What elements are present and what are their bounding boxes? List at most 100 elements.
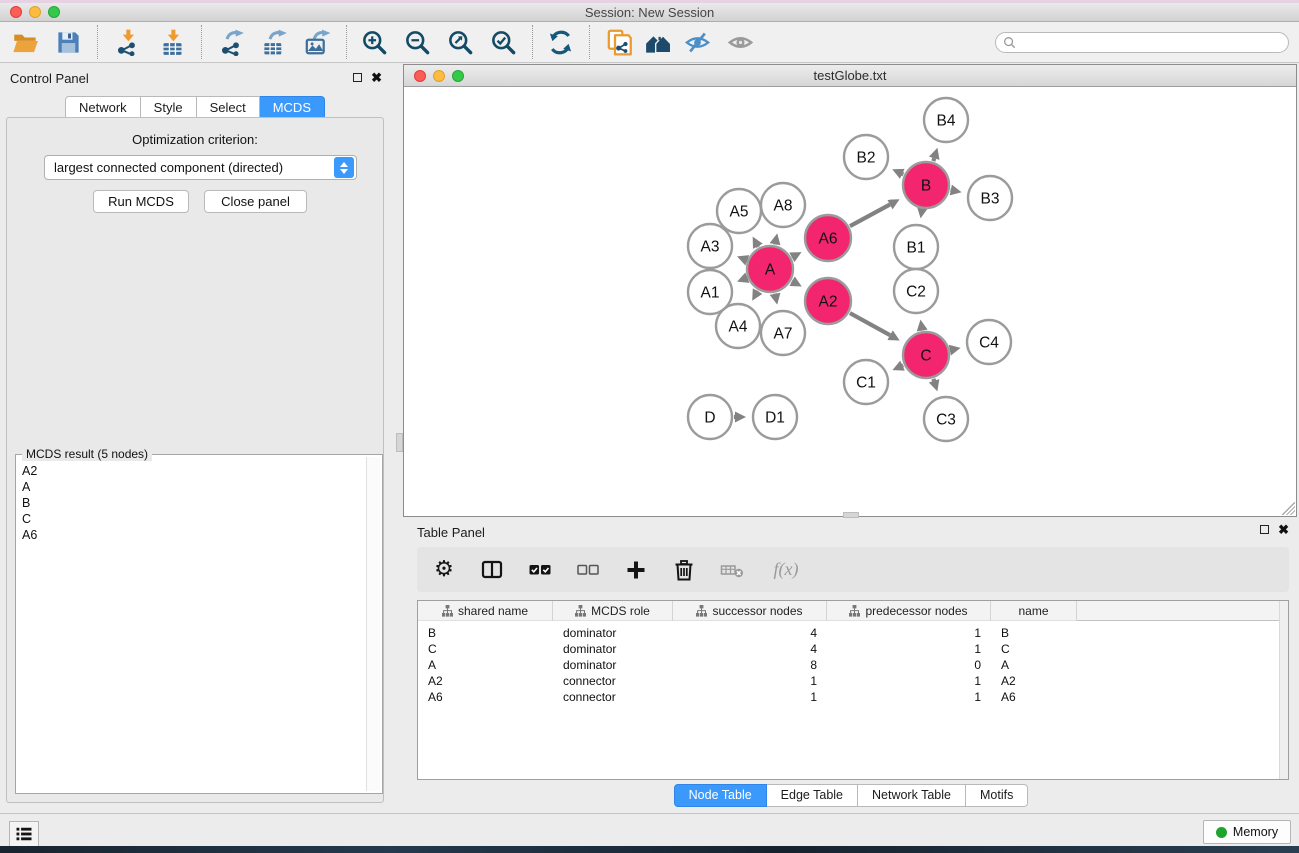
floppy-disk-icon [55, 29, 82, 56]
table-row[interactable]: A2connector11A2 [418, 673, 1288, 689]
zoom-window-button[interactable] [48, 6, 60, 18]
show-all-columns-button[interactable] [527, 557, 553, 583]
close-panel-button[interactable]: Close panel [204, 190, 307, 213]
search-field[interactable] [995, 32, 1289, 53]
save-session-button[interactable] [54, 28, 82, 56]
export-table-button[interactable] [260, 28, 288, 56]
export-table-icon [261, 29, 288, 56]
table-row[interactable]: Bdominator41B [418, 625, 1288, 641]
graph-edge-A6-B[interactable] [850, 205, 890, 227]
graph-node-label: A1 [701, 285, 720, 302]
copy-network-button[interactable] [605, 28, 633, 56]
tab-motifs[interactable]: Motifs [966, 784, 1028, 807]
graph-edge-A2-C[interactable] [850, 313, 890, 335]
zoom-network-window-button[interactable] [452, 70, 464, 82]
table-cell: 0 [827, 658, 991, 672]
apply-function-button[interactable]: f(x) [767, 557, 805, 583]
table-cell: 1 [673, 690, 827, 704]
result-item[interactable]: A2 [19, 463, 364, 479]
zoom-in-button[interactable] [360, 28, 388, 56]
column-header-label: name [1018, 604, 1048, 618]
table-cell: 1 [827, 626, 991, 640]
table-toolbar: ⚙ f(x) [417, 547, 1289, 592]
split-columns-button[interactable] [479, 557, 505, 583]
zoom-fit-button[interactable] [446, 28, 474, 56]
network-canvas-svg: B4B2BB3A5A8A6A3B1AA1C2A2A4A7C4CC1DD1C3 [404, 87, 1296, 516]
create-column-button[interactable] [623, 557, 649, 583]
table-row[interactable]: Adominator80A [418, 657, 1288, 673]
search-input[interactable] [1016, 36, 1288, 50]
tab-node-table[interactable]: Node Table [674, 784, 767, 807]
minimize-network-window-button[interactable] [433, 70, 445, 82]
column-header-name[interactable]: name [991, 601, 1077, 621]
node-table[interactable]: shared nameMCDS rolesuccessor nodesprede… [417, 600, 1289, 780]
resize-grip-icon[interactable] [1282, 502, 1295, 515]
column-header-shared-name[interactable]: shared name [418, 601, 553, 621]
criterion-value: largest connected component (directed) [45, 160, 334, 175]
splitter-handle-horizontal[interactable] [843, 512, 859, 518]
graph-node-label: C2 [906, 284, 926, 301]
result-item[interactable]: A6 [19, 527, 364, 543]
table-row[interactable]: A6connector11A6 [418, 689, 1288, 705]
splitter-handle-vertical[interactable] [396, 433, 403, 452]
graph-edge-B-B4[interactable] [933, 158, 934, 161]
eye-slash-icon [684, 29, 711, 56]
network-window-titlebar[interactable]: testGlobe.txt [404, 65, 1296, 87]
delete-column-button[interactable] [671, 557, 697, 583]
run-mcds-button[interactable]: Run MCDS [93, 190, 189, 213]
network-canvas[interactable]: B4B2BB3A5A8A6A3B1AA1C2A2A4A7C4CC1DD1C3 [404, 87, 1296, 516]
result-item[interactable]: A [19, 479, 364, 495]
toolbar-separator [97, 25, 98, 59]
graph-edge-C-C3[interactable] [933, 379, 934, 381]
memory-button[interactable]: Memory [1203, 820, 1291, 844]
close-window-button[interactable] [10, 6, 22, 18]
search-icon [1003, 36, 1016, 49]
result-item[interactable]: B [19, 495, 364, 511]
table-cell: C [418, 642, 553, 656]
import-table-button[interactable] [158, 28, 186, 56]
table-scrollbar[interactable] [1279, 601, 1288, 779]
main-titlebar[interactable]: Session: New Session [0, 3, 1299, 22]
float-table-panel-icon[interactable] [1260, 525, 1269, 534]
close-network-window-button[interactable] [414, 70, 426, 82]
tab-edge-table[interactable]: Edge Table [767, 784, 858, 807]
result-list-scrollbar[interactable] [366, 457, 380, 791]
close-panel-icon[interactable]: ✖ [371, 73, 382, 82]
hide-all-columns-button[interactable] [575, 557, 601, 583]
show-details-button[interactable] [726, 28, 754, 56]
graph-node-label: B2 [857, 150, 876, 167]
zoom-selected-button[interactable] [489, 28, 517, 56]
table-cell: dominator [553, 658, 673, 672]
export-network-button[interactable] [217, 28, 245, 56]
table-cell: 8 [673, 658, 827, 672]
mcds-tab-content: Optimization criterion: largest connecte… [6, 117, 384, 803]
import-network-button[interactable] [113, 28, 141, 56]
open-session-button[interactable] [11, 28, 39, 56]
graph-arrowhead-icon [770, 293, 781, 305]
zoom-out-button[interactable] [403, 28, 431, 56]
hide-details-button[interactable] [683, 28, 711, 56]
tab-network-table[interactable]: Network Table [858, 784, 966, 807]
float-panel-icon[interactable] [353, 73, 362, 82]
refresh-layout-button[interactable] [546, 28, 574, 56]
column-header-successor-nodes[interactable]: successor nodes [673, 601, 827, 621]
table-cell: connector [553, 674, 673, 688]
table-cell: 1 [827, 674, 991, 688]
result-item[interactable]: C [19, 511, 364, 527]
criterion-dropdown[interactable]: largest connected component (directed) [44, 155, 357, 180]
graph-arrowhead-icon [735, 412, 746, 423]
graph-node-label: C3 [936, 412, 956, 429]
table-settings-button[interactable]: ⚙ [431, 557, 457, 583]
home-views-button[interactable] [644, 28, 672, 56]
mcds-result-list[interactable]: A2ABCA6 [19, 459, 364, 791]
column-header-predecessor-nodes[interactable]: predecessor nodes [827, 601, 991, 621]
task-history-button[interactable] [9, 821, 39, 847]
column-header-MCDS-role[interactable]: MCDS role [553, 601, 673, 621]
graph-node-label: A6 [819, 231, 838, 248]
close-table-panel-icon[interactable]: ✖ [1278, 525, 1289, 534]
graph-edge-B-B2[interactable] [902, 174, 903, 175]
table-row[interactable]: Cdominator41C [418, 641, 1288, 657]
minimize-window-button[interactable] [29, 6, 41, 18]
delete-table-button[interactable] [719, 557, 745, 583]
export-image-button[interactable] [303, 28, 331, 56]
